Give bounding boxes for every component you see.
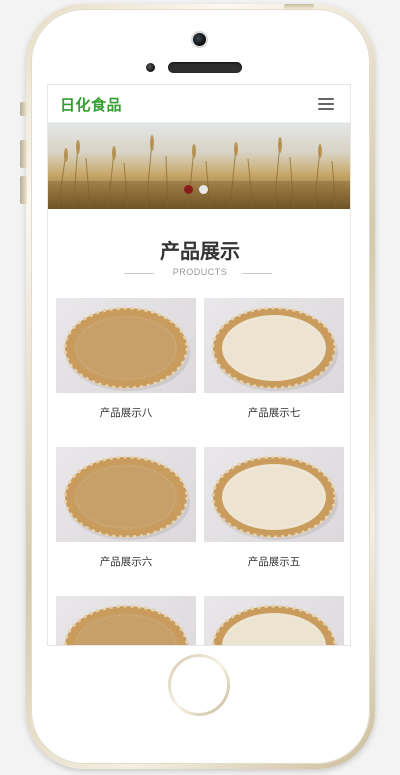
- products-subtitle: PRODUCTS: [172, 267, 228, 277]
- product-image[interactable]: [56, 447, 196, 542]
- home-button[interactable]: [168, 654, 230, 716]
- product-name[interactable]: 产品展示六: [56, 554, 196, 569]
- wheat-field-image: [48, 123, 350, 209]
- product-name[interactable]: 产品展示五: [204, 554, 344, 569]
- mute-switch: [20, 102, 27, 116]
- volume-down-button: [20, 176, 27, 204]
- product-name[interactable]: 产品展示八: [56, 405, 196, 420]
- grain-basket-icon: [211, 604, 338, 645]
- product-image[interactable]: [204, 596, 344, 645]
- product-card[interactable]: [56, 596, 196, 645]
- grain-basket-icon: [63, 455, 190, 540]
- carousel-dot-1[interactable]: [184, 185, 193, 194]
- product-card[interactable]: 产品展示五: [204, 447, 344, 572]
- grain-basket-icon: [211, 306, 338, 391]
- product-card[interactable]: 产品展示八: [56, 298, 196, 423]
- home-button-face: [171, 657, 227, 713]
- carousel-dot-2[interactable]: [199, 185, 208, 194]
- product-name[interactable]: 产品展示七: [204, 405, 344, 420]
- site-header: 日化食品: [48, 85, 350, 123]
- products-subtitle-row: PRODUCTS: [48, 267, 350, 281]
- earpiece-speaker: [168, 62, 242, 73]
- hamburger-menu-icon[interactable]: [318, 97, 336, 111]
- site-logo[interactable]: 日化食品: [60, 94, 122, 115]
- banner-carousel[interactable]: [48, 123, 350, 209]
- products-section-title: 产品展示: [160, 239, 240, 263]
- product-image[interactable]: [56, 298, 196, 393]
- product-card[interactable]: 产品展示六: [56, 447, 196, 572]
- grain-basket-icon: [211, 455, 338, 540]
- proximity-sensor: [146, 63, 155, 72]
- product-image[interactable]: [56, 596, 196, 645]
- front-camera: [193, 33, 206, 46]
- grain-basket-icon: [63, 604, 190, 645]
- phone-screen: 日化食品 产品展示 PRODUCTS 产品展示八 产品展示七 产品展示六 产品展…: [47, 84, 351, 646]
- product-card[interactable]: 产品展示七: [204, 298, 344, 423]
- grain-basket-icon: [63, 306, 190, 391]
- product-image[interactable]: [204, 447, 344, 542]
- product-card[interactable]: [204, 596, 344, 645]
- subtitle-divider-right: [242, 273, 272, 274]
- volume-up-button: [20, 140, 27, 168]
- product-image[interactable]: [204, 298, 344, 393]
